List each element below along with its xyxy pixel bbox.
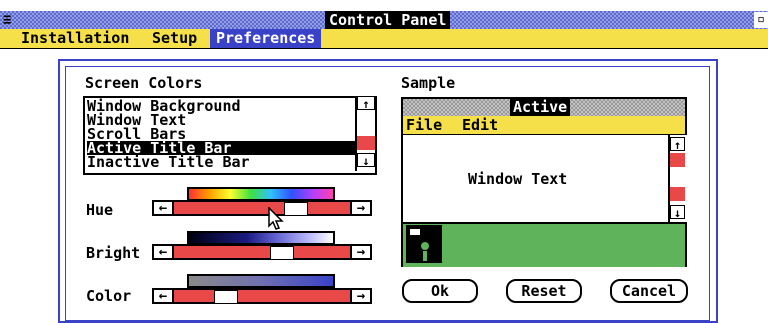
hue-slider[interactable] <box>152 200 372 216</box>
cancel-button[interactable]: Cancel <box>610 279 688 303</box>
bright-right-arrow-icon[interactable]: → <box>350 244 372 260</box>
sample-scroll-red-1 <box>670 153 685 167</box>
sample-menu-edit: Edit <box>462 116 499 134</box>
color-label: Color <box>86 287 132 305</box>
ok-button[interactable]: Ok <box>402 279 478 303</box>
window-title: Control Panel <box>325 11 451 29</box>
scroll-thumb[interactable] <box>357 136 375 150</box>
screen-colors-listbox[interactable]: Window Background Window Text Scroll Bar… <box>83 96 377 175</box>
hue-left-arrow-icon[interactable]: ← <box>152 200 174 216</box>
reset-button[interactable]: Reset <box>506 279 582 303</box>
sample-label: Sample <box>401 74 456 92</box>
menu-setup[interactable]: Setup <box>149 29 200 48</box>
bright-label: Bright <box>86 244 141 262</box>
maximize-icon[interactable]: ▫ <box>754 12 768 28</box>
list-item-inactive-title-bar[interactable]: Inactive Title Bar <box>87 155 357 170</box>
sample-scroll-up-icon: ↑ <box>670 137 685 152</box>
sample-scroll-red-2 <box>670 187 685 201</box>
color-right-arrow-icon[interactable]: → <box>350 288 372 304</box>
brightness-gradient <box>187 231 335 245</box>
sample-window-text: Window Text <box>468 170 568 188</box>
mouse-pointer-icon <box>268 207 284 230</box>
screen-colors-label: Screen Colors <box>85 74 203 92</box>
hue-right-arrow-icon[interactable]: → <box>350 200 372 216</box>
list-scrollbar[interactable]: ↑ ↓ <box>355 96 375 171</box>
sample-menu-file: File <box>406 116 443 134</box>
hue-slider-thumb[interactable] <box>284 202 308 216</box>
bright-slider-thumb[interactable] <box>270 246 294 260</box>
hue-spectrum <box>187 187 335 201</box>
menu-bar: Installation Setup Preferences <box>0 29 768 49</box>
sample-scrollbar: ↑ ↓ <box>668 135 687 222</box>
scroll-down-arrow-icon[interactable]: ↓ <box>357 153 375 168</box>
sample-title: Active <box>510 99 571 116</box>
color-slider[interactable] <box>152 288 372 304</box>
bright-left-arrow-icon[interactable]: ← <box>152 244 174 260</box>
menu-preferences[interactable]: Preferences <box>210 29 322 48</box>
sample-desktop <box>403 222 685 267</box>
color-left-arrow-icon[interactable]: ← <box>152 288 174 304</box>
disk-icon <box>406 225 442 263</box>
scroll-up-arrow-icon[interactable]: ↑ <box>357 96 375 111</box>
bright-slider[interactable] <box>152 244 372 260</box>
menu-installation[interactable]: Installation <box>18 29 132 48</box>
sample-scroll-down-icon: ↓ <box>670 205 685 220</box>
color-slider-thumb[interactable] <box>214 290 238 304</box>
saturation-gradient <box>187 274 335 288</box>
system-menu-icon[interactable]: ≡ <box>3 12 15 28</box>
sample-menu-bar <box>403 116 685 135</box>
hue-label: Hue <box>86 201 114 219</box>
